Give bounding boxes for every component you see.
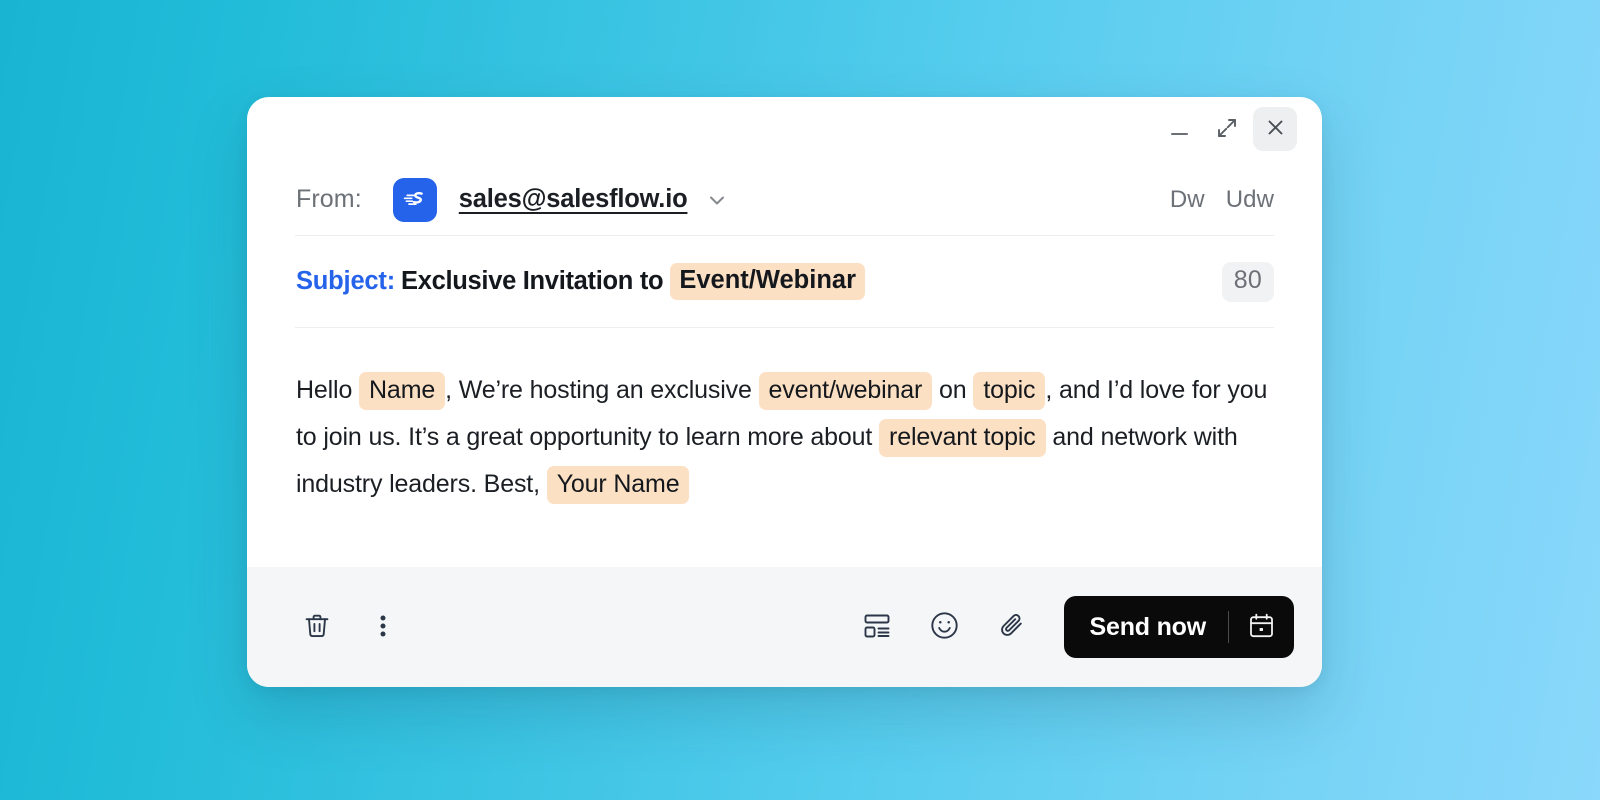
undo-redo-group: Dw Udw (1170, 186, 1274, 214)
email-body-text[interactable]: Hello Name, We’re hosting an exclusive e… (296, 367, 1282, 508)
close-button[interactable] (1253, 107, 1297, 151)
compose-email-card: From: sales@salesflow.io Dw Udw Subject: (247, 97, 1322, 687)
redo-button[interactable]: Udw (1226, 186, 1274, 214)
character-count-badge: 80 (1221, 261, 1274, 302)
send-now-label: Send now (1089, 612, 1207, 641)
body-text-segment: Hello (296, 376, 360, 404)
from-row: From: sales@salesflow.io Dw Udw (247, 161, 1322, 235)
expand-button[interactable] (1205, 107, 1249, 151)
attach-file-button[interactable] (987, 601, 1039, 653)
insert-emoji-button[interactable] (919, 601, 971, 653)
body-variable-token[interactable]: event/webinar (758, 372, 933, 410)
send-button-divider (1228, 611, 1229, 643)
discard-draft-button[interactable] (291, 601, 343, 653)
calendar-icon (1247, 611, 1276, 643)
compose-footer-toolbar: Send now (247, 567, 1322, 687)
footer-right-tools (851, 601, 1039, 653)
window-title-bar (247, 97, 1322, 161)
minimize-button[interactable] (1157, 107, 1201, 151)
body-variable-token[interactable]: Name (359, 372, 446, 410)
paperclip-icon (997, 610, 1029, 645)
subject-label: Subject: (296, 267, 395, 295)
expand-icon (1216, 117, 1238, 142)
more-vertical-icon (370, 613, 396, 642)
subject-row[interactable]: Subject: Exclusive Invitation to Event/W… (247, 236, 1322, 327)
schedule-send-button[interactable] (1247, 611, 1276, 643)
close-icon (1265, 117, 1286, 141)
footer-left-tools (291, 601, 409, 653)
insert-template-button[interactable] (851, 601, 903, 653)
from-email-address[interactable]: sales@salesflow.io (459, 185, 688, 214)
from-dropdown-button[interactable] (706, 189, 728, 211)
body-text-segment: , We’re hosting an exclusive (445, 376, 759, 404)
body-variable-token[interactable]: topic (973, 372, 1046, 410)
email-body-area[interactable]: Hello Name, We’re hosting an exclusive e… (247, 328, 1322, 567)
smiley-icon (928, 609, 961, 645)
body-variable-token[interactable]: Your Name (546, 466, 690, 504)
more-options-button[interactable] (357, 601, 409, 653)
template-icon (861, 610, 893, 645)
subject-variable-token[interactable]: Event/Webinar (670, 263, 866, 300)
minimize-icon (1170, 132, 1188, 135)
from-label: From: (296, 185, 362, 213)
salesflow-logo-icon (392, 177, 437, 222)
send-now-button[interactable]: Send now (1063, 596, 1294, 658)
undo-button[interactable]: Dw (1170, 186, 1205, 214)
subject-text: Exclusive Invitation to (401, 267, 664, 295)
body-text-segment: on (932, 376, 974, 404)
body-variable-token[interactable]: relevant topic (879, 419, 1046, 457)
trash-icon (302, 611, 332, 644)
